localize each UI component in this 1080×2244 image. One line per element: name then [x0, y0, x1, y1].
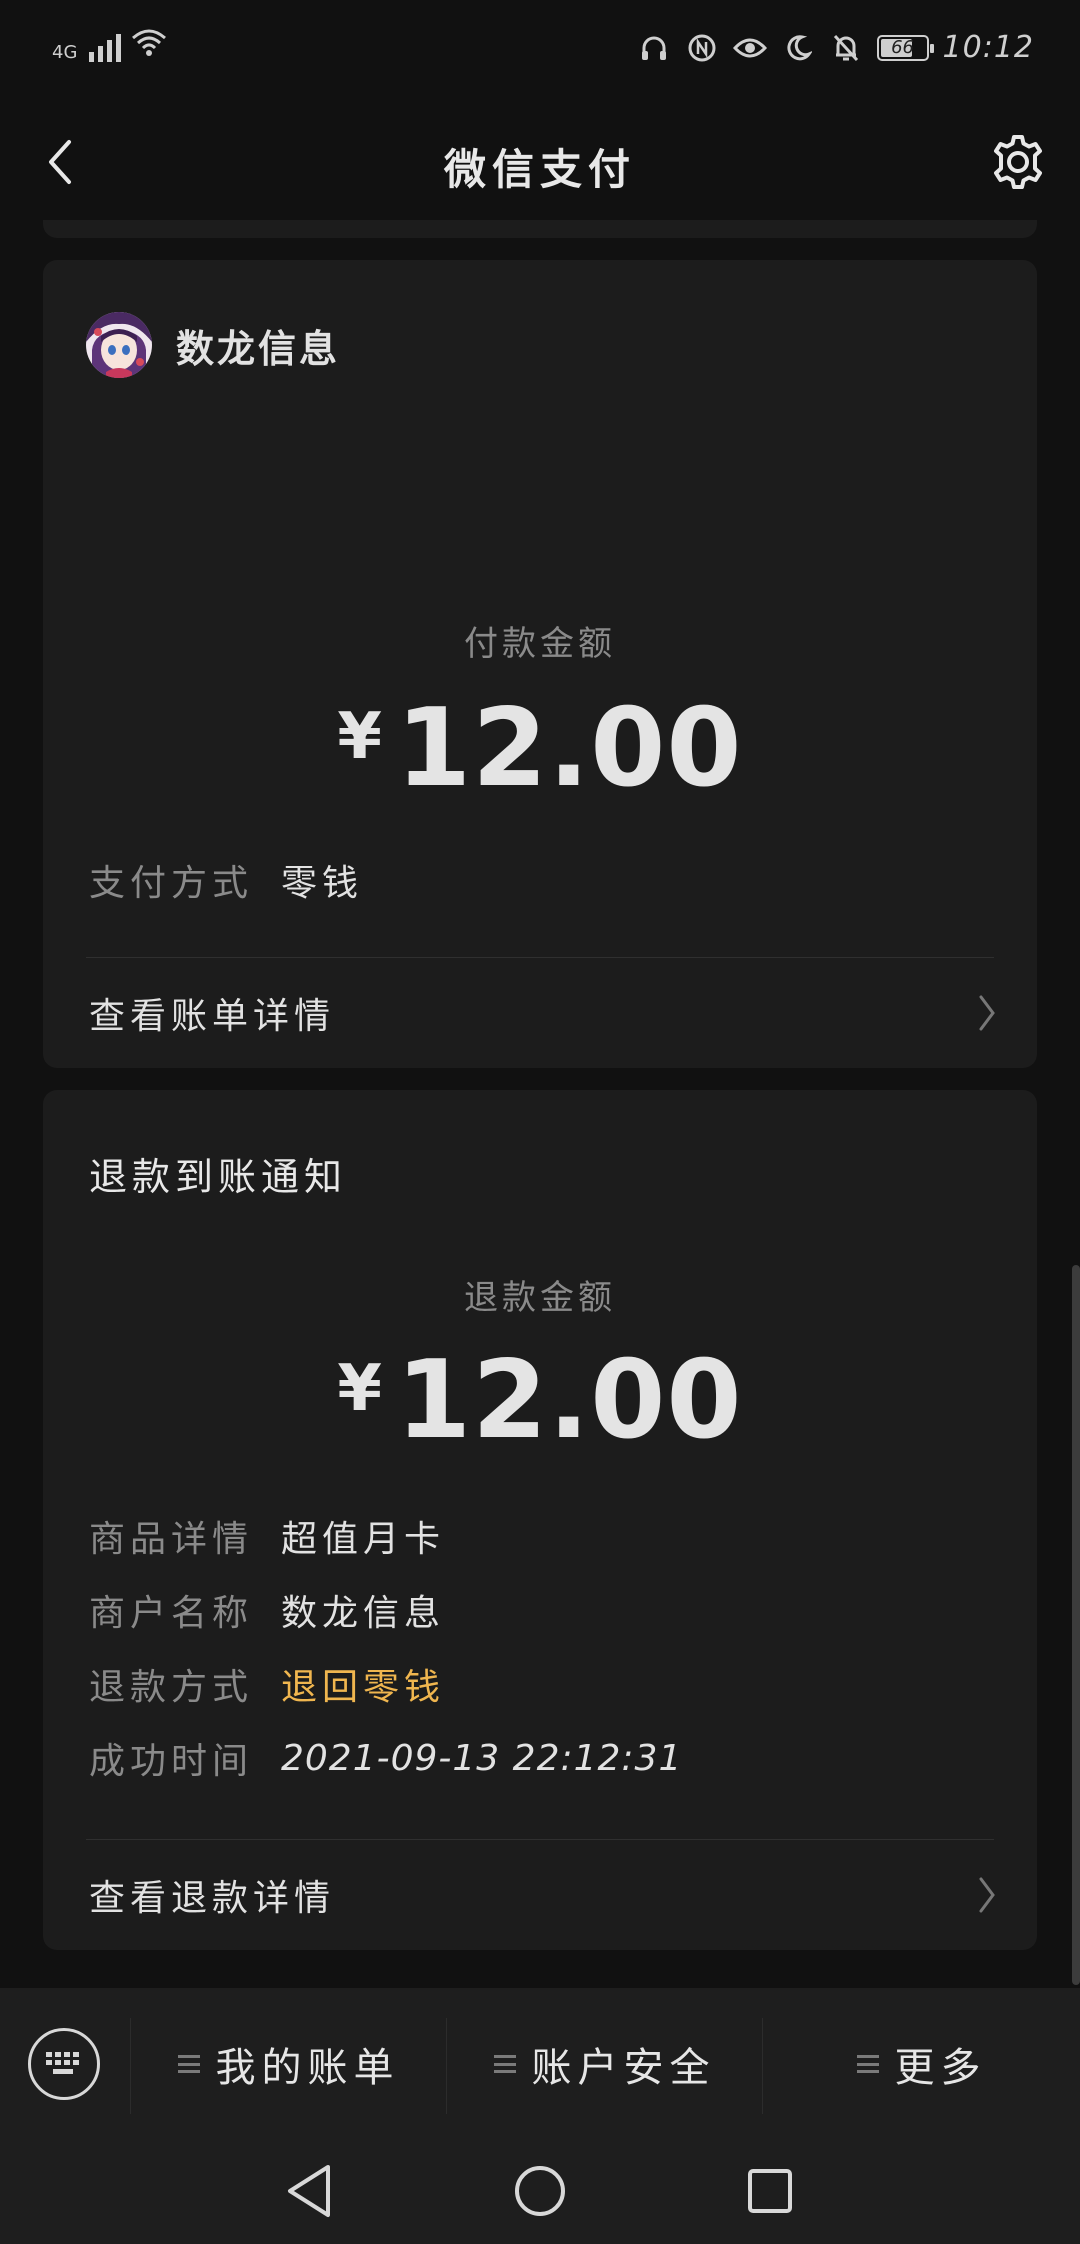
menu-item-label: 账户安全 [531, 2045, 716, 2091]
nav-back-button[interactable] [274, 2156, 344, 2226]
merchant-name: 数龙信息 [176, 326, 341, 371]
payment-method-label: 支付方式 [89, 863, 254, 904]
payment-amount-value: 12.00 [395, 686, 743, 811]
refund-amount-label: 退款金额 [464, 1278, 616, 1318]
signal-icon [89, 28, 122, 62]
gear-icon [994, 135, 1042, 189]
refund-method-row: 退款方式 退回零钱 [89, 1658, 445, 1710]
refund-method-label: 退款方式 [89, 1667, 254, 1708]
menu-icon [493, 2055, 516, 2073]
headphone-icon [637, 31, 671, 65]
merchant-name-row: 商户名称 数龙信息 [89, 1584, 445, 1636]
refund-method-value: 退回零钱 [281, 1667, 446, 1708]
currency-symbol: ¥ [337, 1352, 382, 1426]
status-time: 10:12 [942, 30, 1034, 65]
view-refund-details-label: 查看退款详情 [89, 1878, 336, 1919]
success-time-row: 成功时间 2021-09-13 22:12:31 [89, 1732, 682, 1784]
square-recents-icon [748, 2169, 792, 2213]
eye-icon [732, 31, 767, 65]
product-detail-label: 商品详情 [89, 1519, 254, 1560]
chevron-right-icon [979, 1877, 995, 1913]
menu-item-label: 我的账单 [215, 2045, 400, 2091]
view-bill-details-link[interactable]: 查看账单详情 [43, 958, 1037, 1068]
settings-button[interactable] [986, 130, 1050, 194]
payment-card: 数龙信息 付款金额 ¥12.00 支付方式 零钱 查看账单详情 [43, 260, 1037, 1068]
menu-item-account-security[interactable]: 账户安全 [447, 1988, 762, 2140]
chevron-right-icon [979, 995, 995, 1031]
success-time-label: 成功时间 [89, 1741, 254, 1782]
nav-home-button[interactable] [505, 2156, 575, 2226]
product-detail-row: 商品详情 超值月卡 [89, 1510, 445, 1562]
menu-item-label: 更多 [894, 2045, 987, 2091]
view-refund-details-link[interactable]: 查看退款详情 [43, 1840, 1037, 1950]
payment-method-value: 零钱 [281, 863, 364, 904]
menu-icon [856, 2055, 879, 2073]
keyboard-icon [46, 2052, 79, 2074]
previous-card-edge [43, 220, 1037, 238]
payment-amount-label: 付款金额 [464, 624, 616, 664]
refund-amount-value: 12.00 [395, 1338, 743, 1463]
status-bar: 4G 66 10:12 [0, 0, 1080, 100]
merchant-avatar [86, 312, 152, 378]
battery-icon: 66 [876, 34, 934, 61]
bell-off-icon [829, 31, 863, 65]
wifi-icon [131, 28, 167, 62]
menu-item-more[interactable]: 更多 [763, 1988, 1080, 2140]
network-type: 4G [52, 42, 78, 63]
refund-notice-title: 退款到账通知 [89, 1155, 348, 1199]
nfc-icon [685, 31, 719, 65]
nav-recents-button[interactable] [735, 2156, 805, 2226]
merchant-name-label: 商户名称 [89, 1593, 254, 1634]
page-title: 微信支付 [443, 145, 636, 194]
refund-card: 退款到账通知 退款金额 ¥12.00 商品详情 超值月卡 商户名称 数龙信息 退… [43, 1090, 1037, 1950]
merchant-header: 数龙信息 [86, 312, 340, 378]
success-time-value: 2021-09-13 22:12:31 [281, 1737, 683, 1779]
moon-icon [781, 31, 815, 65]
system-nav-bar [0, 2140, 1080, 2244]
merchant-name-value: 数龙信息 [281, 1593, 446, 1634]
title-bar: 微信支付 [0, 100, 1080, 224]
refund-amount: ¥12.00 [43, 1338, 1037, 1463]
payment-amount: ¥12.00 [43, 686, 1037, 811]
payment-method-row: 支付方式 零钱 [89, 854, 363, 906]
product-detail-value: 超值月卡 [281, 1519, 446, 1560]
menu-item-my-bills[interactable]: 我的账单 [131, 1988, 446, 2140]
triangle-back-icon [288, 2165, 330, 2217]
keyboard-toggle-button[interactable] [28, 2028, 100, 2100]
currency-symbol: ¥ [337, 700, 382, 774]
scrollbar[interactable] [1072, 1265, 1080, 1985]
view-bill-details-label: 查看账单详情 [89, 996, 336, 1037]
menu-icon [177, 2055, 200, 2073]
battery-level: 66 [891, 37, 914, 58]
bottom-menu: 我的账单 账户安全 更多 [0, 1988, 1080, 2140]
circle-home-icon [515, 2166, 565, 2216]
